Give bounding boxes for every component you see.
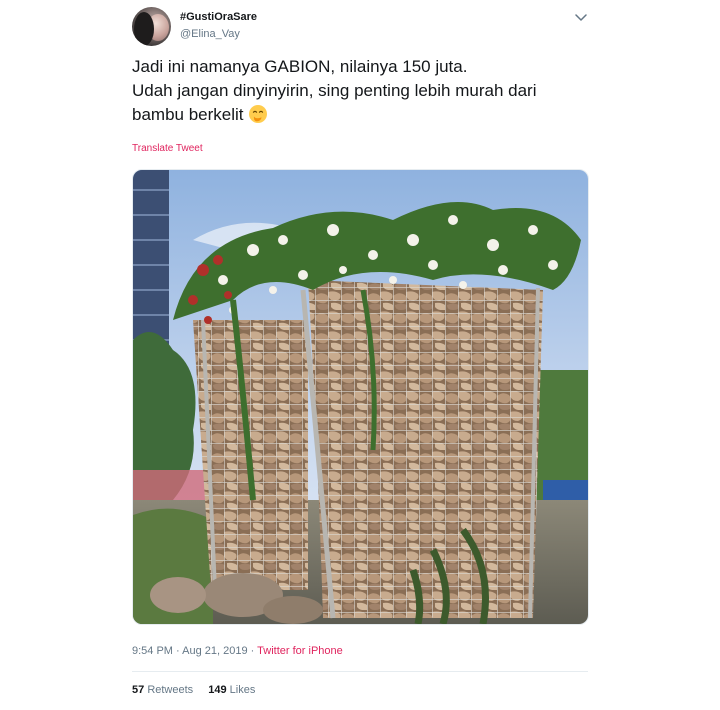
tweet-text-line-3-text: bambu berkelit (132, 105, 244, 124)
avatar[interactable] (132, 7, 171, 46)
retweets-stat[interactable]: 57 Retweets (132, 684, 193, 696)
retweets-count: 57 (132, 684, 145, 696)
tweet-text: Jadi ini namanya GABION, nilainya 150 ju… (132, 55, 588, 127)
display-name[interactable]: #GustiOraSare (180, 11, 257, 23)
retweets-label: Retweets (147, 684, 194, 696)
likes-label: Likes (229, 684, 256, 696)
tweet-text-line-1: Jadi ini namanya GABION, nilainya 150 ju… (132, 57, 468, 76)
tweet-card: #GustiOraSare @Elina_Vay Jadi ini namany… (132, 0, 589, 710)
divider (132, 671, 588, 672)
tweet-metadata: 9:54 PM · Aug 21, 2019 · Twitter for iPh… (132, 645, 343, 657)
translate-tweet-link[interactable]: Translate Tweet (132, 143, 203, 154)
likes-count: 149 (208, 684, 227, 696)
gabion-photo-illustration (133, 170, 588, 624)
tweet-timestamp[interactable]: 9:54 PM · Aug 21, 2019 · (132, 645, 257, 657)
tweet-text-line-3: bambu berkelit (132, 103, 588, 127)
user-handle[interactable]: @Elina_Vay (180, 28, 240, 40)
face-with-hand-over-mouth-emoji (248, 105, 267, 123)
tweet-text-line-2: Udah jangan dinyinyirin, sing penting le… (132, 81, 537, 100)
tweet-photo[interactable] (132, 169, 589, 625)
likes-stat[interactable]: 149 Likes (208, 684, 255, 696)
avatar-hair (134, 12, 154, 46)
tweet-stats: 57 Retweets 149 Likes (132, 684, 267, 696)
tweet-source-link[interactable]: Twitter for iPhone (257, 645, 343, 657)
chevron-down-icon[interactable] (573, 10, 589, 26)
